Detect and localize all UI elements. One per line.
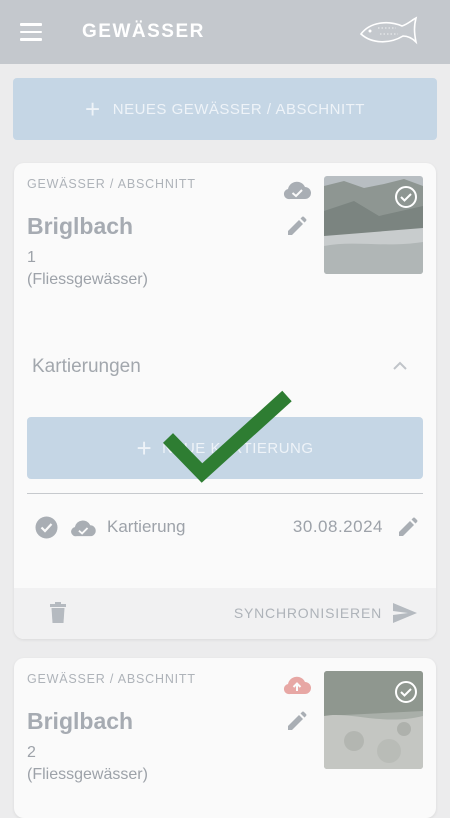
photo-selected-check-icon [395,681,417,703]
edit-pencil-icon[interactable] [286,710,308,732]
kartierungen-header[interactable]: Kartierungen [32,356,141,378]
chevron-up-icon[interactable] [392,361,408,371]
kartierung-date: 30.08.2024 [292,517,383,536]
waterbody-photo[interactable] [324,176,423,274]
waterbody-card[interactable]: GEWÄSSER / ABSCHNITT Briglbach 2 (Fliess… [14,658,436,818]
new-waterbody-label: NEUES GEWÄSSER / ABSCHNITT [112,100,365,118]
menu-icon[interactable] [20,23,42,41]
trash-icon[interactable] [49,602,67,624]
card-title: Briglbach [27,213,134,239]
check-circle-icon [35,516,58,539]
cloud-done-icon [71,520,96,537]
cloud-done-icon [283,181,311,200]
page-title: GEWÄSSER [82,21,205,42]
edit-pencil-icon[interactable] [286,215,308,237]
plus-icon: + [136,433,153,463]
send-icon[interactable] [392,602,418,624]
photo-selected-check-icon [395,186,417,208]
card-title: Briglbach [27,708,134,734]
new-waterbody-button[interactable]: + NEUES GEWÄSSER / ABSCHNITT [13,78,437,140]
success-check-icon [162,390,292,483]
card-eyebrow: GEWÄSSER / ABSCHNITT [27,177,196,191]
plus-icon: + [85,94,101,124]
card-footer: SYNCHRONISIEREN [14,588,436,639]
app-bar: GEWÄSSER [0,0,450,64]
kartierung-label: Kartierung [107,517,186,536]
card-number: 1 [27,249,36,266]
kartierung-row[interactable]: Kartierung 30.08.2024 [27,510,423,544]
fish-logo-icon [359,16,418,45]
waterbody-photo[interactable] [324,671,423,769]
divider [27,493,423,494]
card-type: (Fliessgewässer) [27,766,148,783]
card-number: 2 [27,744,36,761]
cloud-upload-icon[interactable] [282,674,312,696]
card-eyebrow: GEWÄSSER / ABSCHNITT [27,672,196,686]
synchronize-button[interactable]: SYNCHRONISIEREN [234,605,382,621]
edit-pencil-icon[interactable] [397,516,419,538]
card-type: (Fliessgewässer) [27,271,148,288]
